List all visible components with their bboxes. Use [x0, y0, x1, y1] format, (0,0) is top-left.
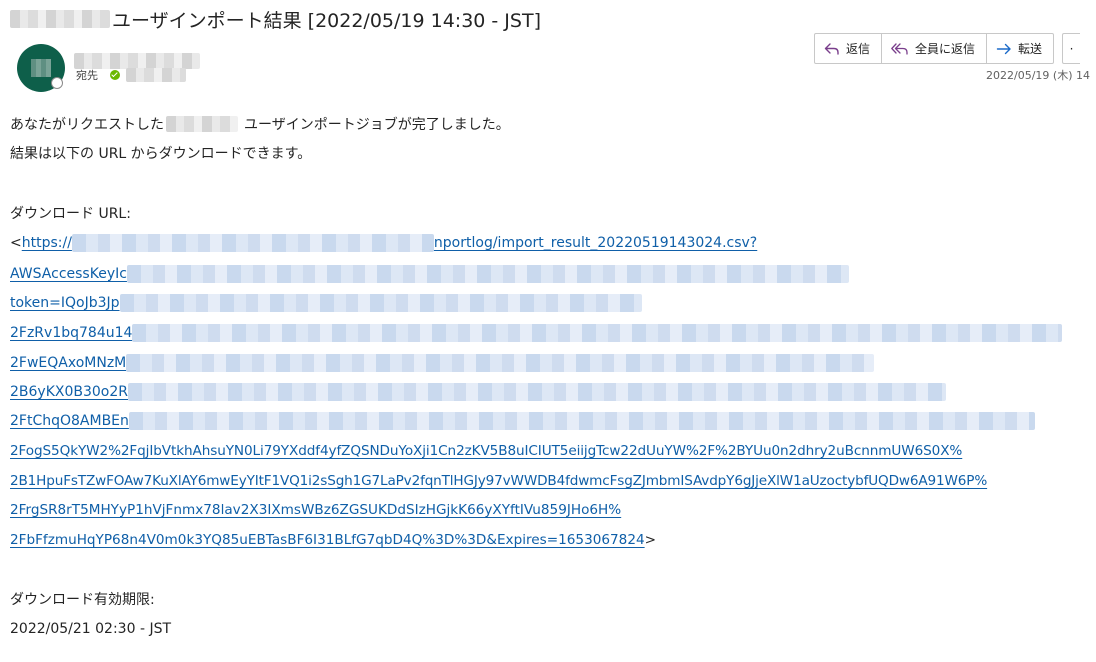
subject-text: ユーザインポート結果 [2022/05/19 14:30 - JST]: [112, 9, 541, 32]
redacted-url-segment[interactable]: [126, 265, 849, 283]
download-link-line-9[interactable]: 2B1HpuFsTZwFOAw7KuXlAY6mwEyYItF1VQ1i2sSg…: [10, 470, 987, 492]
reply-all-label: 全員に返信: [915, 42, 976, 56]
forward-button[interactable]: 転送: [987, 33, 1055, 64]
forward-label: 転送: [1018, 42, 1043, 56]
reply-all-icon: [891, 42, 908, 55]
reply-label: 返信: [846, 42, 871, 56]
reply-icon: [824, 42, 839, 55]
download-link-line-7[interactable]: 2FtChqO8AMBEn: [10, 410, 1035, 432]
redacted-url-segment[interactable]: [128, 383, 947, 401]
to-label: 宛先: [76, 69, 98, 82]
reply-button[interactable]: 返信: [814, 33, 883, 64]
download-link-line-4[interactable]: 2FzRv1bq784u14: [10, 322, 1063, 344]
redacted-url-segment[interactable]: [71, 234, 434, 252]
redacted-url-segment[interactable]: [128, 412, 1035, 430]
redacted-service-name: [166, 116, 238, 132]
recipient-row: 宛先: [76, 67, 186, 83]
download-link-line-6[interactable]: 2B6yKX0B30o2R: [10, 381, 947, 403]
download-link-line-2[interactable]: AWSAccessKeyIc: [10, 263, 849, 285]
body-line-2: 結果は以下の URL からダウンロードできます。: [10, 146, 312, 162]
redacted-url-segment[interactable]: [119, 294, 642, 312]
download-url-label: ダウンロード URL:: [10, 206, 131, 222]
download-link-line-11[interactable]: 2FbFfzmuHqYP68n4V0m0k3YQ85uEBTasBF6I31BL…: [10, 529, 656, 551]
email-subject: ユーザインポート結果 [2022/05/19 14:30 - JST]: [10, 6, 541, 32]
more-actions-button[interactable]: ·: [1062, 33, 1081, 64]
expiry-value: 2022/05/21 02:30 - JST: [10, 621, 172, 637]
presence-status-icon: [51, 77, 63, 89]
redacted-subject-prefix: [10, 10, 110, 28]
expiry-label: ダウンロード有効期限:: [10, 592, 155, 608]
download-link-text[interactable]: https://: [22, 235, 72, 251]
redacted-url-segment[interactable]: [126, 354, 875, 372]
reply-all-button[interactable]: 全員に返信: [882, 33, 988, 64]
forward-arrow-icon: [996, 43, 1011, 54]
received-date: 2022/05/19 (木) 14: [986, 69, 1090, 82]
more-dots-icon: ·: [1069, 41, 1074, 56]
download-link-line-5[interactable]: 2FwEQAxoMNzM: [10, 352, 875, 374]
body-line-1: あなたがリクエストした ユーザインポートジョブが完了しました。: [10, 116, 510, 133]
download-link-line-1[interactable]: < https:// nportlog/import_result_202205…: [10, 232, 757, 254]
download-link-line-10[interactable]: 2FrgSR8rT5MHYyP1hVjFnmx78lav2X3IXmsWBz6Z…: [10, 499, 621, 521]
verified-check-icon: [110, 70, 120, 80]
recipient-name[interactable]: [126, 68, 186, 82]
redacted-url-segment[interactable]: [132, 324, 1063, 342]
download-link-line-8[interactable]: 2FogS5QkYW2%2FqjIbVtkhAhsuYN0Li79YXddf4y…: [10, 440, 962, 462]
message-actions-toolbar: 返信 全員に返信 転送 ·: [814, 33, 1081, 64]
download-link-line-3[interactable]: token=IQoJb3Jp: [10, 292, 642, 314]
